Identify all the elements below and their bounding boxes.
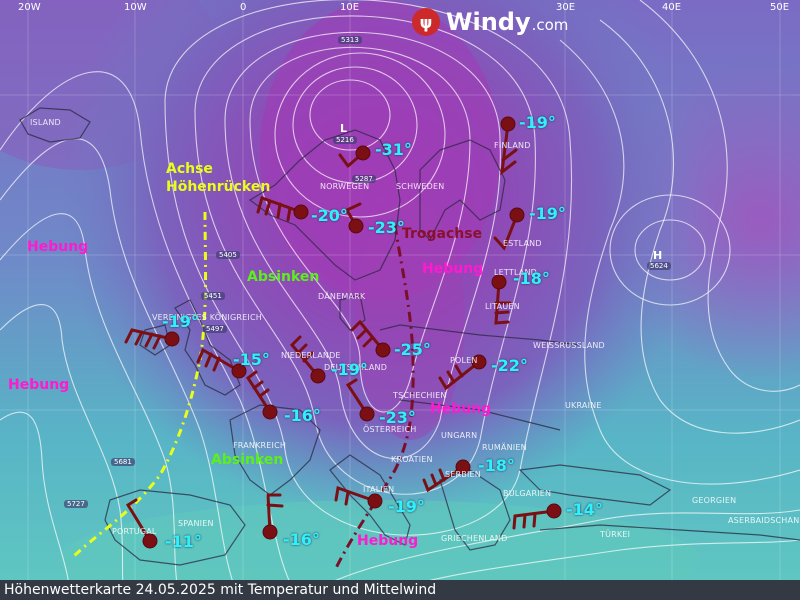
isohypse-label: 5681 [111, 458, 135, 466]
isohypse-label: 5624 [647, 262, 671, 270]
country-label: WEISSRUSSLAND [533, 341, 605, 350]
station-temperature: -19° [331, 360, 368, 379]
trough-axis-label: Trogachse [402, 226, 483, 242]
lon-label: 50E [770, 2, 790, 13]
station-temperature: -23° [379, 408, 416, 427]
absinken-label: Absinken [211, 452, 284, 468]
station-temperature: -19° [529, 204, 566, 223]
lon-label: 40E [662, 2, 682, 13]
country-label: NIEDERLANDE [281, 351, 341, 360]
lon-label: 10E [340, 2, 360, 13]
isohypse-label: 5216 [333, 136, 357, 144]
station-temperature: -16° [284, 406, 321, 425]
country-label: SERBIEN [445, 470, 481, 479]
country-label: SPANIEN [178, 519, 214, 528]
country-label: ESTLAND [503, 239, 542, 248]
weather-map: ψ Windy .com 20W 10W 0 10E 30E 40E 50E 5… [0, 0, 800, 600]
isohypse-label: 5497 [203, 325, 227, 333]
station-temperature: -16° [283, 530, 320, 549]
station-temperature: -15° [233, 350, 270, 369]
hebung-label: Hebung [422, 261, 484, 277]
lon-label: 30E [556, 2, 576, 13]
country-label: FINLAND [494, 141, 531, 150]
hebung-label: Hebung [27, 239, 89, 255]
country-label: UKRAINE [565, 401, 602, 410]
country-label: FRANKREICH [233, 441, 287, 450]
station-temperature: -18° [513, 269, 550, 288]
ridge-axis-label-line1: Achse [166, 161, 213, 177]
station-temperature: -31° [375, 140, 412, 159]
country-label: POLEN [450, 356, 478, 365]
country-label: UNGARN [441, 431, 478, 440]
country-label: DÄNEMARK [318, 292, 366, 301]
country-label: LITAUEN [485, 302, 520, 311]
country-label: ASERBAIDSCHAN [728, 516, 800, 525]
country-label: PORTUGAL [112, 527, 157, 536]
country-label: NORWEGEN [320, 182, 370, 191]
low-pressure-marker: L [340, 122, 348, 135]
country-label: TÜRKEI [600, 530, 631, 539]
isohypse-label: 5727 [64, 500, 88, 508]
station-temperature: -14° [566, 500, 603, 519]
country-label: ISLAND [30, 118, 61, 127]
isohypse-label: 5313 [338, 36, 362, 44]
station-temperature: -22° [491, 356, 528, 375]
brand-name: Windy [446, 8, 531, 36]
station-temperature: -23° [368, 218, 405, 237]
isohypse-label: 5451 [201, 292, 225, 300]
high-pressure-marker: H [653, 249, 663, 262]
ridge-axis-label: Achse Höhenrücken [166, 160, 270, 196]
map-background [0, 0, 800, 580]
country-label: RUMÄNIEN [482, 443, 527, 452]
lon-label: 10W [124, 2, 147, 13]
country-label: SCHWEDEN [396, 182, 445, 191]
windy-logo[interactable]: ψ Windy .com [412, 6, 568, 38]
hebung-label: Hebung [8, 377, 70, 393]
country-label: TSCHECHIEN [393, 391, 447, 400]
station-temperature: -18° [478, 456, 515, 475]
lon-label: 0 [240, 2, 247, 13]
country-label: BULGARIEN [503, 489, 552, 498]
station-temperature: -19° [388, 497, 425, 516]
map-caption: Höhenwetterkarte 24.05.2025 mit Temperat… [0, 580, 800, 600]
country-label: GRIECHENLAND [441, 534, 508, 543]
windy-logo-icon: ψ [412, 8, 440, 36]
station-temperature: -20° [311, 206, 348, 225]
station-temperature: -19° [162, 312, 199, 331]
country-label: KROATIEN [391, 455, 433, 464]
brand-suffix: .com [531, 16, 569, 34]
lon-label: 20W [18, 2, 41, 13]
station-temperature: -11° [165, 532, 202, 551]
hebung-label: Hebung [357, 533, 419, 549]
country-label: GEORGIEN [692, 496, 737, 505]
country-label: ITALIEN [363, 485, 395, 494]
station-temperature: -25° [394, 340, 431, 359]
isohypse-label: 5405 [216, 251, 240, 259]
absinken-label: Absinken [247, 269, 320, 285]
station-temperature: -19° [519, 113, 556, 132]
hebung-label: Hebung [430, 401, 492, 417]
ridge-axis-label-line2: Höhenrücken [166, 179, 271, 195]
